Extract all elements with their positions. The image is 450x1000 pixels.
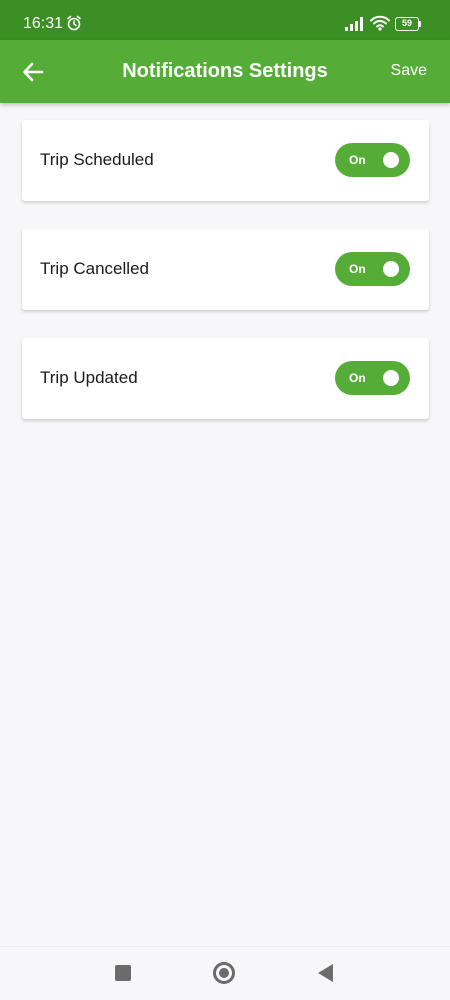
trip-cancelled-toggle[interactable]: On [335,252,410,286]
trip-updated-toggle[interactable]: On [335,361,410,395]
setting-card-trip-cancelled: Trip Cancelled On [22,229,429,310]
screen: 16:31 59 Notifications Settings Save Tri… [0,0,450,1000]
trip-scheduled-toggle[interactable]: On [335,143,410,177]
home-dot [219,968,229,978]
battery-tip [419,21,421,27]
toggle-state-text: On [349,262,366,276]
setting-card-trip-scheduled: Trip Scheduled On [22,120,429,201]
alarm-icon [67,15,81,31]
system-nav-bar [0,946,450,1000]
setting-label: Trip Updated [40,368,138,387]
setting-card-trip-updated: Trip Updated On [22,338,429,419]
battery-level: 59 [395,17,419,31]
signal-icon [345,17,363,31]
toggle-knob [383,370,399,386]
app-bar: Notifications Settings Save [0,40,450,103]
status-bar: 16:31 59 [0,0,450,40]
toggle-state-text: On [349,371,366,385]
back-triangle-icon[interactable] [318,964,333,982]
page-title: Notifications Settings [122,60,328,82]
toggle-knob [383,152,399,168]
setting-label: Trip Scheduled [40,150,154,169]
notification-settings-list: Trip Scheduled On Trip Cancelled On Trip… [22,120,429,447]
toggle-knob [383,261,399,277]
status-time: 16:31 [23,15,64,32]
toggle-state-text: On [349,153,366,167]
battery-icon: 59 [395,17,421,31]
wifi-icon [370,15,390,31]
save-button[interactable]: Save [391,61,427,81]
setting-label: Trip Cancelled [40,259,149,278]
recents-square-icon[interactable] [115,965,131,981]
home-circle-icon[interactable] [213,962,235,984]
